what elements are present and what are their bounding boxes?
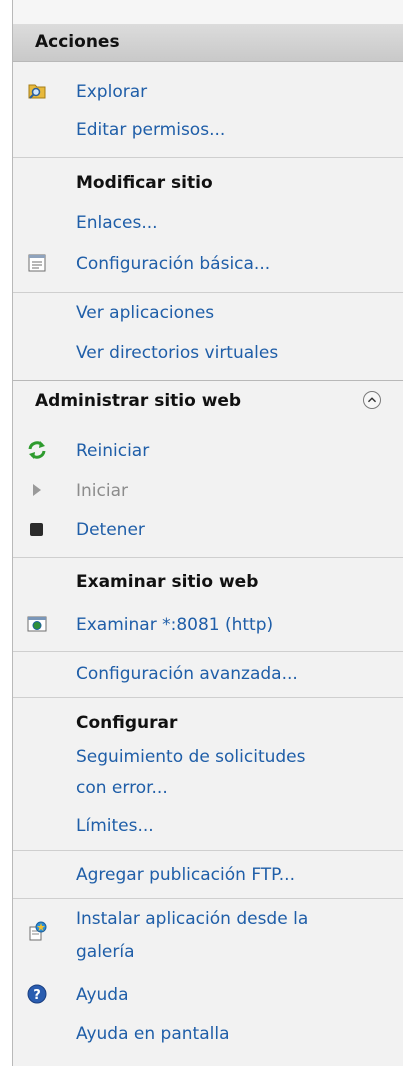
divider [13,651,403,652]
actions-header: Acciones [13,24,403,62]
browse-website-heading: Examinar sitio web [76,572,259,592]
divider [13,292,403,293]
svg-text:?: ? [33,988,41,1003]
explore-link[interactable]: Explorar [76,79,147,105]
install-from-gallery-link[interactable]: Instalar aplicación desde la [76,906,308,932]
divider [13,557,403,558]
install-from-gallery-link-line2[interactable]: galería [76,939,135,965]
restart-icon [28,441,46,459]
help-link[interactable]: Ayuda [76,982,129,1008]
section-divider [13,380,403,381]
restart-link[interactable]: Reiniciar [76,438,149,464]
modify-site-heading: Modificar sitio [76,173,213,193]
install-gallery-icon [29,921,47,941]
failed-request-tracing-link-line2[interactable]: con error... [76,775,168,801]
view-virtual-directories-link[interactable]: Ver directorios virtuales [76,340,278,366]
configure-heading: Configurar [76,713,178,733]
pane-top-strip [13,0,403,24]
browse-globe-icon [27,616,47,632]
stop-link[interactable]: Detener [76,517,145,543]
edit-permissions-link[interactable]: Editar permisos... [76,117,225,143]
actions-pane: Acciones Explorar Editar permisos... Mod… [12,0,403,1066]
advanced-settings-link[interactable]: Configuración avanzada... [76,661,298,687]
collapse-chevron-up-icon[interactable] [363,391,381,409]
failed-request-tracing-link[interactable]: Seguimiento de solicitudes [76,744,306,770]
divider [13,850,403,851]
online-help-link[interactable]: Ayuda en pantalla [76,1021,230,1047]
bindings-link[interactable]: Enlaces... [76,210,158,236]
help-icon: ? [27,984,47,1004]
basic-settings-link[interactable]: Configuración básica... [76,251,270,277]
divider [13,157,403,158]
view-applications-link[interactable]: Ver aplicaciones [76,300,214,326]
divider [13,898,403,899]
divider [13,697,403,698]
stop-icon [30,523,43,536]
explore-folder-icon [28,84,46,99]
start-link[interactable]: Iniciar [76,478,128,504]
add-ftp-publishing-link[interactable]: Agregar publicación FTP... [76,862,295,888]
manage-website-title: Administrar sitio web [35,391,242,411]
actions-title: Acciones [35,32,120,52]
basic-settings-icon [28,254,46,272]
start-play-icon [33,484,41,496]
browse-8081-link[interactable]: Examinar *:8081 (http) [76,612,273,638]
limits-link[interactable]: Límites... [76,813,154,839]
